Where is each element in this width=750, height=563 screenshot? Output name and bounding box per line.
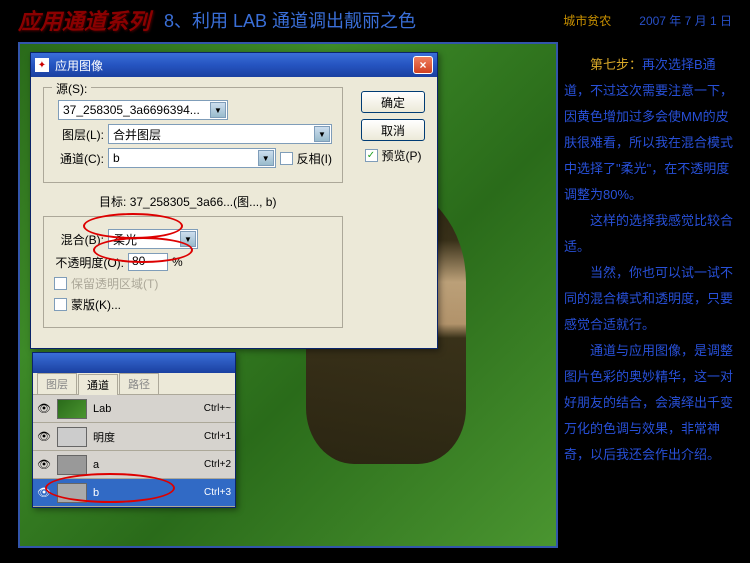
panel-titlebar[interactable] — [33, 353, 235, 373]
tab-channels[interactable]: 通道 — [78, 374, 118, 395]
tutorial-text: 第七步：再次选择B通道，不过这次需要注意一下，因黄色增加过多会使MM的皮肤很难看… — [564, 52, 736, 468]
dialog-titlebar[interactable]: ✦ 应用图像 × — [31, 53, 437, 77]
series-title: 应用通道系列 — [18, 4, 150, 36]
blend-combo[interactable]: 柔光 ▼ — [108, 229, 198, 249]
source-group: 源(S): 37_258305_3a6696394... ▼ 图层(L): 合并… — [43, 87, 343, 183]
lesson-title: 8、利用 LAB 通道调出靓丽之色 — [164, 7, 416, 33]
channel-row-lab[interactable]: 👁 Lab Ctrl+~ — [33, 395, 235, 423]
eye-icon[interactable]: 👁 — [37, 430, 51, 444]
chevron-down-icon: ▼ — [258, 150, 274, 166]
invert-checkbox[interactable]: 反相(I) — [280, 150, 332, 167]
cancel-button[interactable]: 取消 — [361, 119, 425, 141]
chevron-down-icon: ▼ — [210, 102, 226, 118]
app-icon: ✦ — [35, 58, 49, 72]
tab-layers[interactable]: 图层 — [37, 373, 77, 394]
source-combo[interactable]: 37_258305_3a6696394... ▼ — [58, 100, 228, 120]
ok-button[interactable]: 确定 — [361, 91, 425, 113]
tab-paths[interactable]: 路径 — [119, 373, 159, 394]
checkbox-icon — [280, 152, 293, 165]
eye-icon[interactable]: 👁 — [37, 458, 51, 472]
opacity-input[interactable]: 80 — [128, 253, 168, 271]
dialog-buttons: 确定 取消 ✓ 预览(P) — [361, 91, 425, 164]
step-label: 第七步： — [590, 57, 642, 72]
apply-image-dialog: ✦ 应用图像 × 确定 取消 ✓ 预览(P) 源(S): 37_258305_3… — [30, 52, 438, 349]
blend-label: 混合(B): — [54, 231, 104, 248]
channel-thumb — [57, 483, 87, 503]
channels-panel: 图层 通道 路径 👁 Lab Ctrl+~ 👁 明度 Ctrl+1 👁 a Ct… — [32, 352, 236, 508]
channel-label: 通道(C): — [54, 150, 104, 167]
checkbox-icon — [54, 277, 67, 290]
target-row: 目标: 37_258305_3a66...(图..., b) — [43, 191, 425, 216]
eye-icon[interactable]: 👁 — [37, 402, 51, 416]
preserve-checkbox: 保留透明区域(T) — [54, 275, 158, 292]
channel-row-b[interactable]: 👁 b Ctrl+3 — [33, 479, 235, 507]
opacity-label: 不透明度(O): — [54, 254, 124, 271]
author-label: 城市贫农 — [563, 12, 611, 29]
channel-thumb — [57, 455, 87, 475]
chevron-down-icon: ▼ — [314, 126, 330, 142]
checkbox-icon — [54, 298, 67, 311]
layer-combo[interactable]: 合并图层 ▼ — [108, 124, 332, 144]
page-header: 应用通道系列 8、利用 LAB 通道调出靓丽之色 城市贫农 2007 年 7 月… — [0, 0, 750, 40]
checkbox-icon: ✓ — [365, 149, 378, 162]
dialog-title: 应用图像 — [55, 57, 103, 74]
source-label: 源(S): — [52, 80, 91, 97]
channel-thumb — [57, 399, 87, 419]
close-button[interactable]: × — [413, 56, 433, 74]
channel-thumb — [57, 427, 87, 447]
channel-row-lightness[interactable]: 👁 明度 Ctrl+1 — [33, 423, 235, 451]
mask-checkbox[interactable]: 蒙版(K)... — [54, 296, 121, 313]
preview-checkbox[interactable]: ✓ 预览(P) — [365, 147, 422, 164]
channel-list: 👁 Lab Ctrl+~ 👁 明度 Ctrl+1 👁 a Ctrl+2 👁 b … — [33, 395, 235, 507]
channel-combo[interactable]: b ▼ — [108, 148, 276, 168]
layer-label: 图层(L): — [54, 126, 104, 143]
preview-label: 预览(P) — [382, 147, 422, 164]
blend-group: 混合(B): 柔光 ▼ 不透明度(O): 80 % 保留透明区域(T) — [43, 216, 343, 328]
eye-icon[interactable]: 👁 — [37, 486, 51, 500]
panel-tabs: 图层 通道 路径 — [33, 373, 235, 395]
date-label: 2007 年 7 月 1 日 — [639, 12, 732, 29]
channel-row-a[interactable]: 👁 a Ctrl+2 — [33, 451, 235, 479]
chevron-down-icon: ▼ — [180, 231, 196, 247]
opacity-unit: % — [172, 255, 183, 269]
